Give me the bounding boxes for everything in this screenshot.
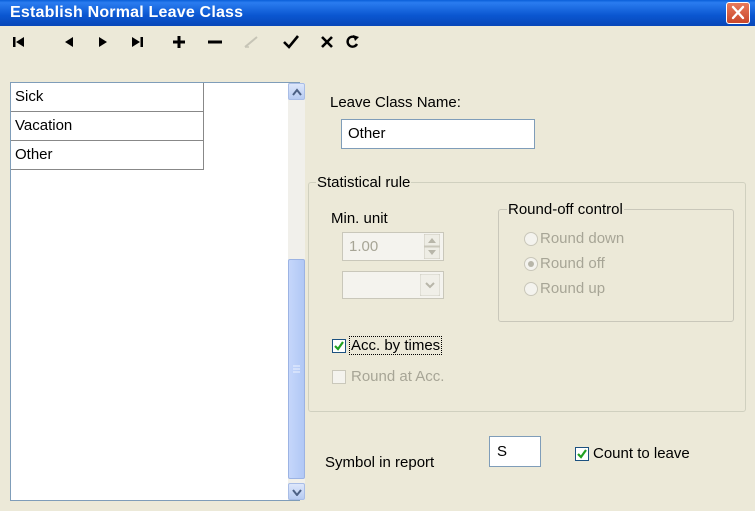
- round-up-radio: [524, 282, 538, 296]
- symbol-input[interactable]: S: [489, 436, 541, 467]
- round-down-label: Round down: [540, 230, 625, 247]
- last-record-button[interactable]: [124, 30, 150, 54]
- list-item[interactable]: Vacation: [11, 112, 204, 141]
- chevron-up-icon: [291, 87, 302, 96]
- leave-class-name-input[interactable]: Other: [341, 119, 535, 149]
- acc-by-times-label[interactable]: Acc. by times: [349, 336, 443, 355]
- round-down-radio: [524, 232, 538, 246]
- scroll-thumb[interactable]: [288, 259, 305, 479]
- round-off-legend: Round-off control: [507, 201, 624, 218]
- refresh-button[interactable]: [340, 30, 366, 54]
- cancel-x-icon: [321, 36, 333, 48]
- refresh-icon: [346, 35, 359, 48]
- statistical-rule-legend: Statistical rule: [316, 174, 412, 191]
- round-at-acc-checkbox: [332, 370, 346, 384]
- save-check-icon: [283, 35, 300, 49]
- spinner-arrows-icon: [424, 234, 440, 259]
- window-title: Establish Normal Leave Class: [10, 4, 244, 21]
- leave-class-list[interactable]: Sick Vacation Other: [10, 82, 305, 501]
- round-off-label: Round off: [540, 255, 605, 272]
- round-up-label: Round up: [540, 280, 606, 297]
- save-button[interactable]: [278, 30, 304, 54]
- chevron-down-icon: [420, 274, 440, 296]
- first-record-icon: [13, 37, 24, 47]
- first-record-button[interactable]: [6, 30, 32, 54]
- list-scrollbar[interactable]: [288, 83, 305, 500]
- previous-record-icon: [65, 37, 73, 47]
- list-item[interactable]: Other: [11, 141, 204, 170]
- round-at-acc-label: Round at Acc.: [351, 368, 445, 385]
- close-button[interactable]: [726, 2, 750, 24]
- previous-record-button[interactable]: [56, 30, 82, 54]
- next-record-button[interactable]: [90, 30, 116, 54]
- close-icon: [731, 5, 745, 20]
- min-unit-stepper: 1.00: [342, 232, 444, 261]
- edit-record-icon: [244, 36, 258, 48]
- chevron-down-icon: [291, 488, 302, 496]
- add-record-icon: [173, 36, 185, 48]
- scroll-up-button[interactable]: [288, 83, 305, 100]
- radio-selected-dot: [528, 261, 534, 267]
- leave-class-name-label: Leave Class Name:: [330, 94, 461, 111]
- title-bar: Establish Normal Leave Class: [0, 0, 755, 26]
- grip-icon: [293, 365, 300, 373]
- symbol-in-report-label: Symbol in report: [325, 454, 435, 471]
- edit-record-button: [238, 30, 264, 54]
- min-unit-label: Min. unit: [331, 210, 388, 227]
- min-unit-dropdown: [342, 271, 444, 299]
- check-icon: [577, 449, 587, 459]
- cancel-button[interactable]: [314, 30, 340, 54]
- add-record-button[interactable]: [166, 30, 192, 54]
- last-record-icon: [132, 37, 143, 47]
- list-item[interactable]: Sick: [11, 83, 204, 112]
- count-to-leave-checkbox[interactable]: [575, 447, 589, 461]
- delete-record-button[interactable]: [202, 30, 228, 54]
- acc-by-times-checkbox[interactable]: [332, 339, 346, 353]
- count-to-leave-label[interactable]: Count to leave: [593, 445, 690, 462]
- next-record-icon: [99, 37, 107, 47]
- check-icon: [334, 341, 344, 351]
- scroll-down-button[interactable]: [288, 483, 305, 500]
- delete-record-icon: [208, 40, 222, 44]
- round-off-radio: [524, 257, 538, 271]
